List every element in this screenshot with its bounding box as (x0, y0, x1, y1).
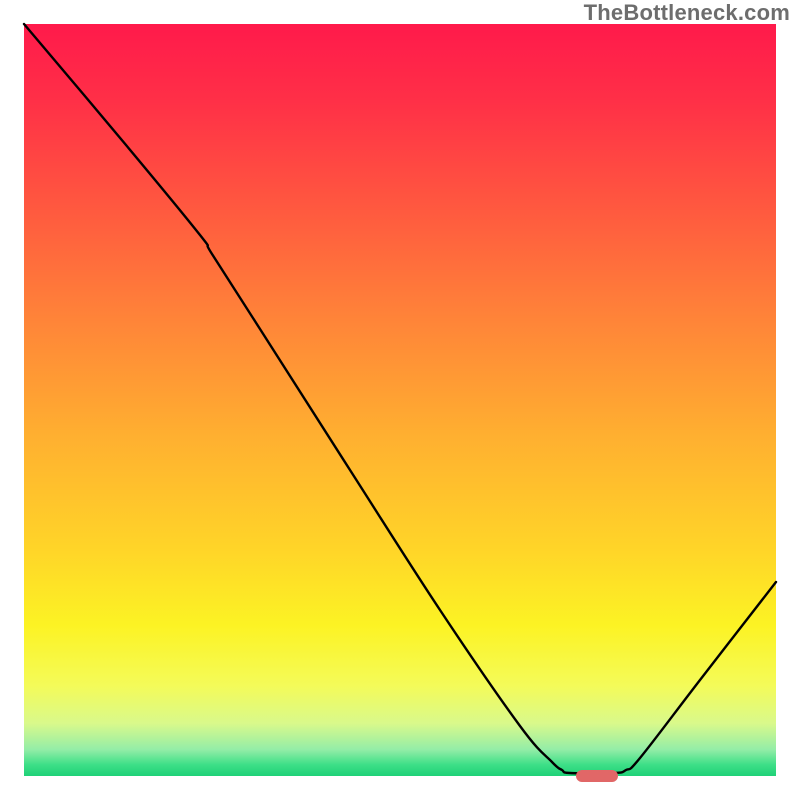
chart-svg (0, 0, 800, 800)
watermark-text: TheBottleneck.com (584, 0, 790, 26)
plot-area (24, 24, 776, 776)
optimum-marker (576, 770, 618, 782)
chart-canvas: TheBottleneck.com (0, 0, 800, 800)
